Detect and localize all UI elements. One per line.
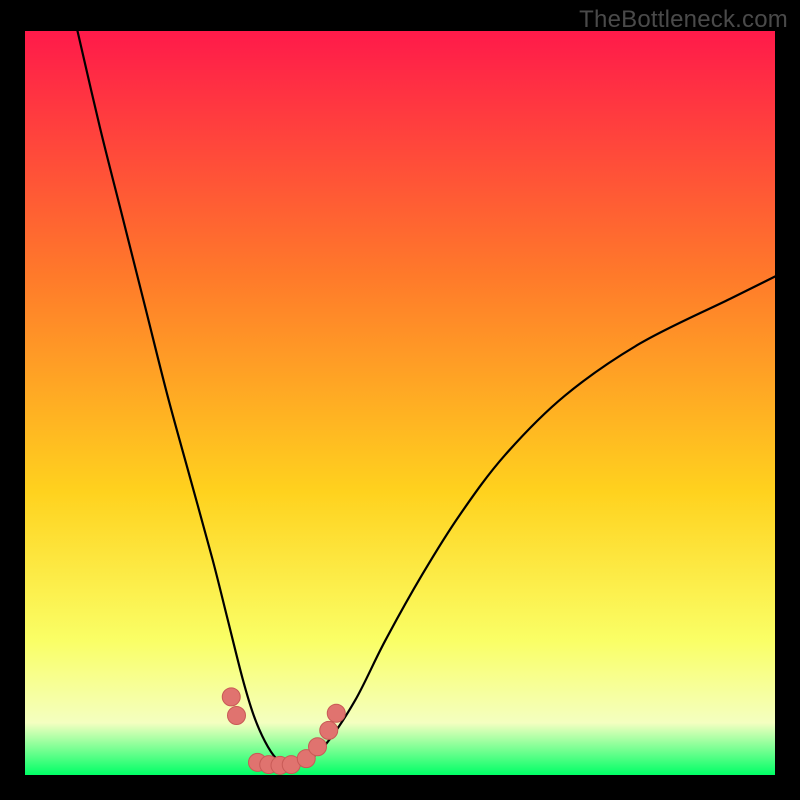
gradient-background [25,31,775,775]
marker-point [309,738,327,756]
chart-frame: TheBottleneck.com [0,0,800,800]
marker-point [222,688,240,706]
marker-point [327,704,345,722]
marker-point [228,706,246,724]
marker-point [320,721,338,739]
plot-area [25,31,775,775]
watermark-text: TheBottleneck.com [579,6,788,34]
chart-svg [25,31,775,775]
